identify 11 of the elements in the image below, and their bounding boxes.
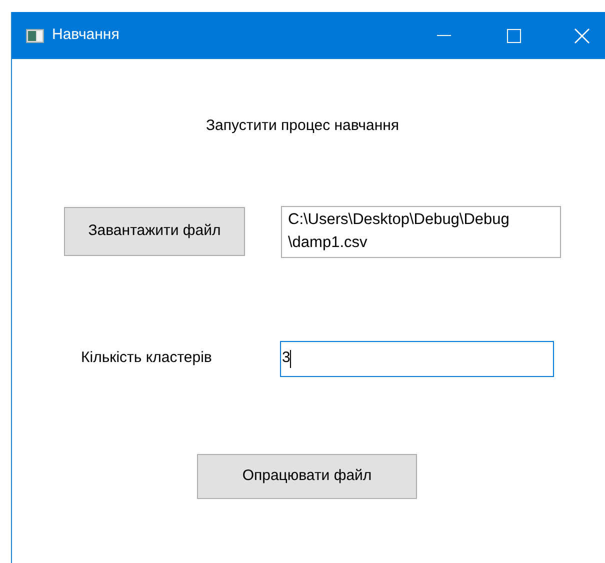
maximize-icon xyxy=(507,28,521,42)
close-icon xyxy=(574,28,590,44)
window-title: Навчання xyxy=(52,25,120,46)
file-path-field[interactable]: C:\Users\Desktop\Debug\Debug\damp1.csv xyxy=(281,206,561,258)
app-icon xyxy=(26,28,44,42)
heading-label: Запустити процес навчання xyxy=(206,116,400,136)
load-file-button[interactable]: Завантажити файл xyxy=(64,206,245,256)
clusters-field[interactable]: 3 xyxy=(280,340,554,376)
minimize-icon xyxy=(437,35,451,36)
clusters-label: Кількість кластерів xyxy=(81,348,213,368)
process-file-button[interactable]: Опрацювати файл xyxy=(197,454,417,498)
